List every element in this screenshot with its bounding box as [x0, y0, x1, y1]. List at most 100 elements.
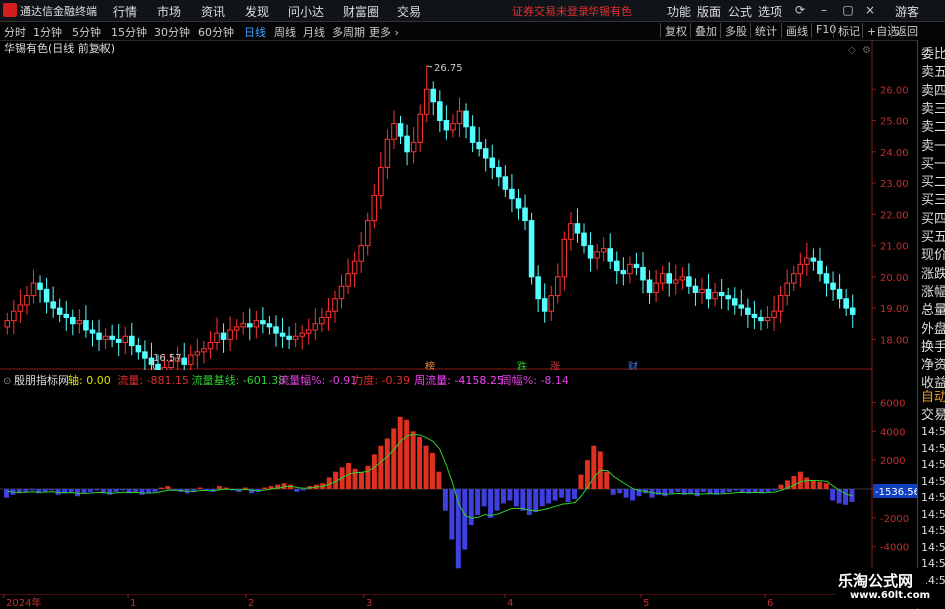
candle-body[interactable]	[443, 120, 450, 131]
indicator-icon[interactable]: ⊙	[3, 376, 11, 387]
candle-body[interactable]	[30, 282, 37, 297]
settings-icon[interactable]: ⚙	[97, 42, 107, 55]
candle-body[interactable]	[43, 288, 50, 303]
candle-body[interactable]	[627, 263, 633, 275]
candle-body[interactable]	[758, 316, 764, 322]
candle-body[interactable]	[712, 291, 718, 300]
candle-body[interactable]	[817, 260, 823, 275]
candle-body[interactable]	[568, 223, 574, 240]
candle-body[interactable]	[17, 304, 24, 312]
candle-body[interactable]	[581, 232, 587, 247]
candle-body[interactable]	[836, 288, 843, 300]
marker-fall[interactable]: 跌	[517, 360, 527, 370]
candle-body[interactable]	[129, 335, 135, 347]
menu-quotes[interactable]: 行情	[113, 3, 137, 20]
candle-body[interactable]	[731, 298, 738, 306]
menu-functions[interactable]: 功能	[667, 3, 691, 20]
period-1min[interactable]: 1分钟	[33, 24, 62, 40]
candle-body[interactable]	[745, 307, 751, 315]
menu-layout[interactable]: 版面	[697, 3, 721, 20]
candle-body[interactable]	[4, 320, 11, 328]
candle-body[interactable]	[718, 291, 725, 297]
candle-body[interactable]	[686, 276, 692, 287]
period-30min[interactable]: 30分钟	[154, 24, 190, 40]
candle-body[interactable]	[810, 257, 817, 262]
candle-body[interactable]	[181, 357, 188, 365]
candle-body[interactable]	[24, 295, 30, 306]
candle-body[interactable]	[849, 307, 856, 315]
candle-body[interactable]	[633, 263, 640, 268]
period-15min[interactable]: 15分钟	[111, 24, 147, 40]
menu-news[interactable]: 资讯	[201, 3, 225, 20]
candle-body[interactable]	[378, 166, 384, 197]
candle-body[interactable]	[771, 310, 777, 318]
candle-body[interactable]	[397, 123, 404, 137]
candle-body[interactable]	[319, 316, 325, 325]
candle-body[interactable]	[555, 276, 561, 297]
candle-body[interactable]	[96, 332, 102, 340]
candlestick-chart[interactable]: 26.00 25.00 24.00 23.00 22.00 21.00 20.00 19.00…	[0, 40, 917, 370]
candle-body[interactable]	[109, 335, 115, 340]
candle-body[interactable]	[253, 320, 260, 328]
btn-mark[interactable]: 标记	[833, 23, 860, 38]
candle-body[interactable]	[482, 148, 489, 159]
candle-body[interactable]	[843, 298, 849, 309]
candle-body[interactable]	[89, 329, 96, 334]
menu-market[interactable]: 市场	[157, 3, 181, 20]
minimize-icon[interactable]: –	[816, 2, 832, 18]
candle-body[interactable]	[214, 332, 220, 343]
candle-body[interactable]	[76, 320, 83, 325]
candle-body[interactable]	[463, 110, 469, 128]
trade-button[interactable]: 交易	[921, 404, 945, 423]
candle-body[interactable]	[830, 282, 836, 290]
candle-body[interactable]	[325, 310, 332, 318]
candle-body[interactable]	[751, 313, 758, 318]
period-monthly[interactable]: 月线	[303, 24, 325, 40]
candle-body[interactable]	[260, 320, 266, 325]
candle-body[interactable]	[194, 351, 201, 356]
candle-body[interactable]	[391, 123, 397, 140]
candle-body[interactable]	[522, 207, 528, 222]
period-60min[interactable]: 60分钟	[198, 24, 234, 40]
candle-body[interactable]	[37, 282, 43, 290]
maximize-icon[interactable]: ▢	[840, 2, 856, 18]
candle-body[interactable]	[345, 273, 351, 287]
candle-body[interactable]	[332, 298, 338, 312]
candle-body[interactable]	[672, 279, 679, 284]
candle-body[interactable]	[135, 345, 142, 353]
candle-body[interactable]	[430, 88, 437, 103]
candle-body[interactable]	[653, 282, 659, 293]
candle-body[interactable]	[233, 326, 240, 331]
marker-rise[interactable]: 涨	[550, 361, 560, 370]
candle-body[interactable]	[417, 113, 423, 143]
candle-body[interactable]	[790, 273, 797, 284]
candle-body[interactable]	[620, 270, 627, 275]
candle-body[interactable]	[240, 323, 246, 328]
candle-body[interactable]	[476, 141, 482, 150]
candle-body[interactable]	[456, 110, 463, 125]
btn-back[interactable]: 返回	[891, 23, 918, 38]
diamond-icon[interactable]: ◇	[848, 45, 856, 56]
btn-multi-stock[interactable]: 多股	[720, 23, 747, 38]
candle-body[interactable]	[11, 310, 17, 322]
candle-body[interactable]	[266, 323, 273, 328]
candle-body[interactable]	[489, 157, 496, 168]
candle-body[interactable]	[450, 123, 456, 131]
candle-body[interactable]	[600, 248, 607, 253]
candle-body[interactable]	[561, 238, 568, 278]
candle-body[interactable]	[423, 88, 430, 115]
candle-body[interactable]	[358, 245, 364, 262]
candle-body[interactable]	[659, 273, 666, 284]
btn-overlay[interactable]: 叠加	[690, 23, 717, 38]
candle-body[interactable]	[784, 282, 790, 297]
candle-body[interactable]	[188, 354, 194, 365]
candle-body[interactable]	[410, 141, 417, 153]
btn-adjust[interactable]: 复权	[660, 23, 687, 38]
candle-body[interactable]	[666, 273, 672, 284]
auto-trade-toggle[interactable]: 自动	[921, 386, 945, 405]
candle-body[interactable]	[496, 166, 502, 178]
candle-body[interactable]	[738, 304, 745, 309]
gear-icon[interactable]: ⚙	[862, 45, 871, 56]
btn-drawing[interactable]: 画线	[781, 23, 808, 38]
candle-body[interactable]	[70, 316, 76, 325]
